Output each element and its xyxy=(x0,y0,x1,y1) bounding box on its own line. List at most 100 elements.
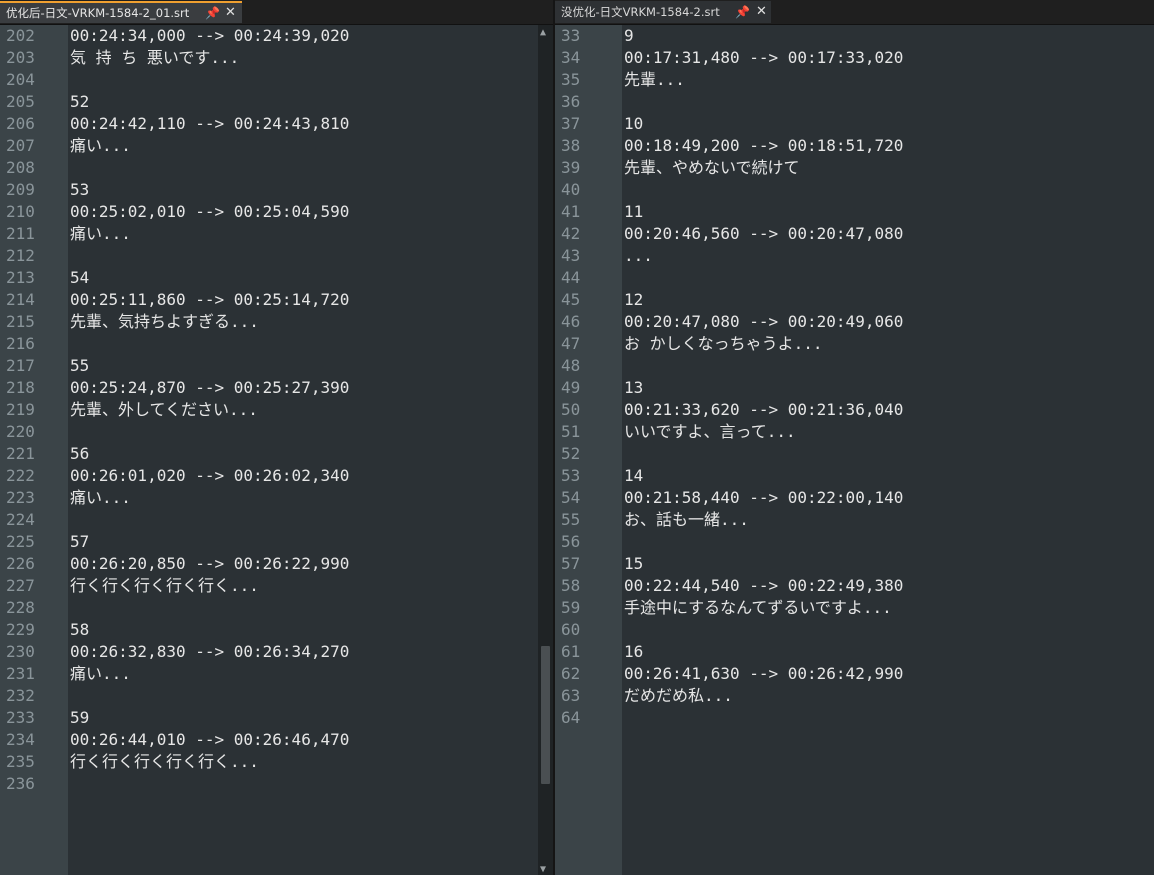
text-line[interactable]: 15 xyxy=(624,553,643,575)
line-number: 205 xyxy=(6,92,35,111)
text-line[interactable]: 16 xyxy=(624,641,643,663)
line-number: 225 xyxy=(6,532,35,551)
right-text-editor[interactable]: 33 34 35 36 37 38 39 40 41 42 43 44 45 46 47 48 49 50 51 52… xyxy=(555,25,1154,875)
text-line[interactable]: 58 xyxy=(70,619,89,641)
line-number: 36 xyxy=(561,92,581,111)
text-line[interactable]: 痛い... xyxy=(70,663,131,685)
text-line[interactable]: 先輩、外してください... xyxy=(70,399,258,421)
line-number: 214 xyxy=(6,290,35,309)
text-line[interactable]: 55 xyxy=(70,355,89,377)
text-line[interactable]: 00:26:20,850 --> 00:26:22,990 xyxy=(70,553,349,575)
text-line[interactable]: 00:26:41,630 --> 00:26:42,990 xyxy=(624,663,903,685)
line-number: 229 xyxy=(6,620,35,639)
scroll-down-icon[interactable]: ▼ xyxy=(540,864,546,875)
line-number: 42 xyxy=(561,224,581,243)
right-editor-pane: 没优化-日文VRKM-1584-2.srt 📌 ✕ 33 34 35 36 37 38 39… xyxy=(555,0,1154,875)
line-number: 47 xyxy=(561,334,581,353)
text-line[interactable]: 00:24:42,110 --> 00:24:43,810 xyxy=(70,113,349,135)
text-line[interactable]: 56 xyxy=(70,443,89,465)
close-icon[interactable]: ✕ xyxy=(225,3,236,23)
text-line[interactable]: いいですよ、言って... xyxy=(624,421,796,443)
line-number: 34 xyxy=(561,48,581,67)
text-line[interactable]: 00:25:11,860 --> 00:25:14,720 xyxy=(70,289,349,311)
text-line[interactable]: 10 xyxy=(624,113,643,135)
line-number: 207 xyxy=(6,136,35,155)
line-number: 44 xyxy=(561,268,581,287)
left-editor-pane: 优化后-日文-VRKM-1584-2_01.srt 📌 ✕ 202 203 204 2… xyxy=(0,0,553,875)
text-line[interactable]: 行く行く行く行く行く... xyxy=(70,751,259,773)
line-number: 58 xyxy=(561,576,581,595)
text-line[interactable]: お かしくなっちゃうよ... xyxy=(624,333,823,355)
text-line[interactable]: 13 xyxy=(624,377,643,399)
right-tab-bar: 没优化-日文VRKM-1584-2.srt 📌 ✕ xyxy=(555,0,1154,25)
text-line[interactable]: 54 xyxy=(70,267,89,289)
text-line[interactable]: だめだめ私... xyxy=(624,685,733,707)
line-number: 202 xyxy=(6,26,35,45)
line-number: 206 xyxy=(6,114,35,133)
pin-icon[interactable]: 📌 xyxy=(735,1,750,23)
pin-icon[interactable]: 📌 xyxy=(205,3,220,23)
text-line[interactable]: 00:26:01,020 --> 00:26:02,340 xyxy=(70,465,349,487)
text-line[interactable]: 00:21:58,440 --> 00:22:00,140 xyxy=(624,487,903,509)
left-tab-bar: 优化后-日文-VRKM-1584-2_01.srt 📌 ✕ xyxy=(0,0,553,25)
text-line[interactable]: 00:20:47,080 --> 00:20:49,060 xyxy=(624,311,903,333)
left-line-number-gutter: 202 203 204 205 206 207 208 209 210 211 212 213 214 2… xyxy=(0,25,68,875)
text-line[interactable]: 57 xyxy=(70,531,89,553)
line-number: 223 xyxy=(6,488,35,507)
line-number: 49 xyxy=(561,378,581,397)
text-line[interactable]: 00:24:34,000 --> 00:24:39,020 xyxy=(70,25,349,47)
line-number: 219 xyxy=(6,400,35,419)
line-number: 216 xyxy=(6,334,35,353)
text-line[interactable]: 先輩、気持ちよすぎる... xyxy=(70,311,259,333)
text-line[interactable]: お、話も一緒... xyxy=(624,509,749,531)
text-line[interactable]: 先輩... xyxy=(624,69,685,91)
text-line[interactable]: 00:25:24,870 --> 00:25:27,390 xyxy=(70,377,349,399)
line-number: 43 xyxy=(561,246,581,265)
close-icon[interactable]: ✕ xyxy=(756,1,767,23)
line-number: 60 xyxy=(561,620,581,639)
text-line[interactable]: 00:26:44,010 --> 00:26:46,470 xyxy=(70,729,349,751)
tab-title: 优化后-日文-VRKM-1584-2_01.srt xyxy=(6,6,190,20)
line-number: 235 xyxy=(6,752,35,771)
line-number: 213 xyxy=(6,268,35,287)
line-number: 203 xyxy=(6,48,35,67)
text-line[interactable]: 00:26:32,830 --> 00:26:34,270 xyxy=(70,641,349,663)
scroll-up-icon[interactable]: ▲ xyxy=(540,27,546,38)
tab-right-file[interactable]: 没优化-日文VRKM-1584-2.srt 📌 ✕ xyxy=(555,1,771,23)
text-line[interactable]: 痛い... xyxy=(70,223,131,245)
text-line[interactable]: 行く行く行く行く行く... xyxy=(70,575,259,597)
text-line[interactable]: 9 xyxy=(624,25,634,47)
left-vertical-scrollbar[interactable]: ▲ ▼ xyxy=(538,25,553,875)
text-line[interactable]: 00:18:49,200 --> 00:18:51,720 xyxy=(624,135,903,157)
text-line[interactable]: 00:20:46,560 --> 00:20:47,080 xyxy=(624,223,903,245)
text-line[interactable]: 52 xyxy=(70,91,89,113)
text-line[interactable]: 53 xyxy=(70,179,89,201)
text-line[interactable]: 痛い... xyxy=(70,487,131,509)
line-number: 64 xyxy=(561,708,581,727)
text-line[interactable]: 14 xyxy=(624,465,643,487)
line-number: 41 xyxy=(561,202,581,221)
line-number: 38 xyxy=(561,136,581,155)
scroll-thumb[interactable] xyxy=(541,646,550,784)
line-number: 54 xyxy=(561,488,581,507)
text-line[interactable]: ... xyxy=(624,245,653,267)
tab-left-file[interactable]: 优化后-日文-VRKM-1584-2_01.srt 📌 ✕ xyxy=(0,1,242,23)
line-number: 222 xyxy=(6,466,35,485)
text-line[interactable]: 痛い... xyxy=(70,135,131,157)
text-line[interactable]: 手途中にするなんてずるいですよ... xyxy=(624,597,892,619)
line-number: 211 xyxy=(6,224,35,243)
text-line[interactable]: 11 xyxy=(624,201,643,223)
left-text-editor[interactable]: 202 203 204 205 206 207 208 209 210 211 212 213 214 2… xyxy=(0,25,553,875)
line-number: 53 xyxy=(561,466,581,485)
text-line[interactable]: 59 xyxy=(70,707,89,729)
line-number: 45 xyxy=(561,290,581,309)
text-line[interactable]: 00:25:02,010 --> 00:25:04,590 xyxy=(70,201,349,223)
line-number: 48 xyxy=(561,356,581,375)
text-line[interactable]: 00:22:44,540 --> 00:22:49,380 xyxy=(624,575,903,597)
text-line[interactable]: 気 持 ち 悪いです... xyxy=(70,47,239,69)
text-line[interactable]: 00:17:31,480 --> 00:17:33,020 xyxy=(624,47,903,69)
text-line[interactable]: 12 xyxy=(624,289,643,311)
text-line[interactable]: 先輩、やめないで続けて xyxy=(624,157,800,179)
text-line[interactable]: 00:21:33,620 --> 00:21:36,040 xyxy=(624,399,903,421)
line-number: 55 xyxy=(561,510,581,529)
